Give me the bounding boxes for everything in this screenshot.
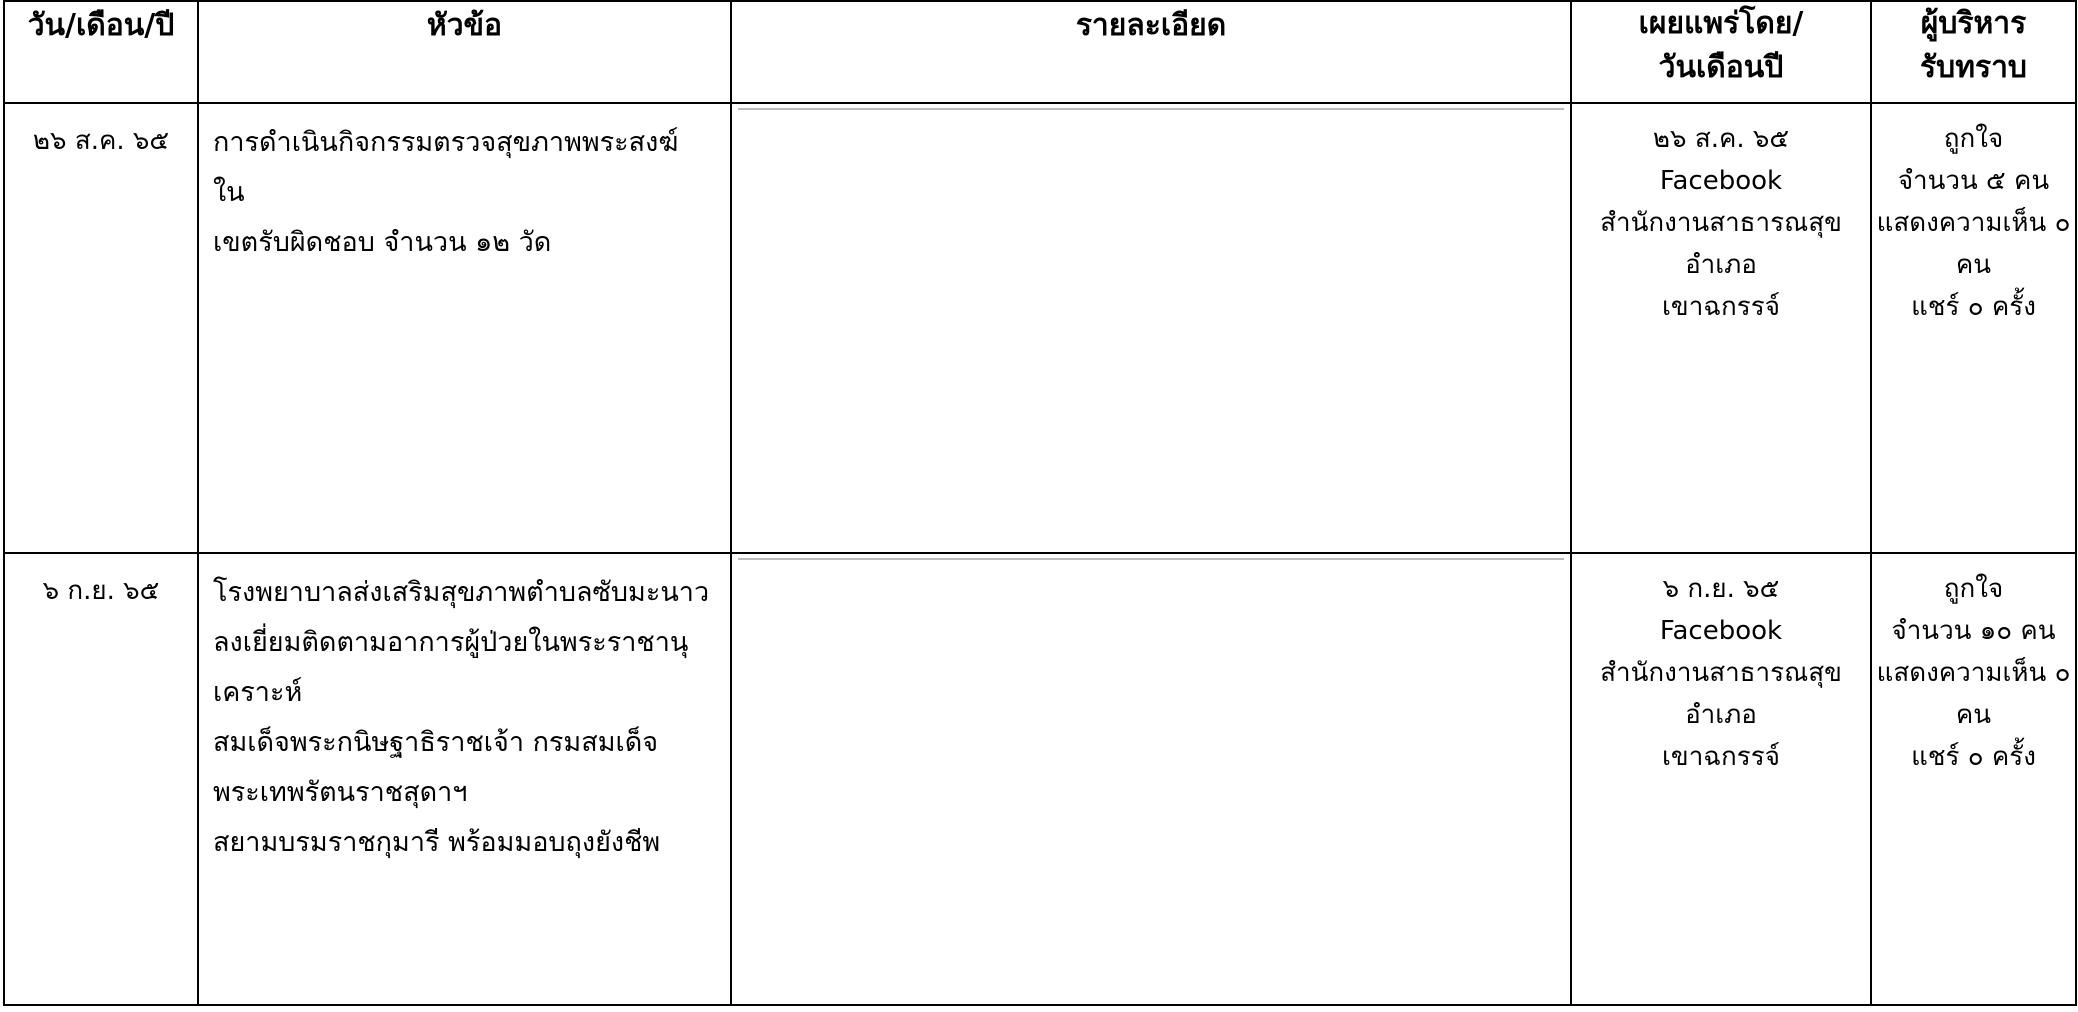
table-row: ๒๖ ส.ค. ๖๕ การดำเนินกิจกรรมตรวจสุขภาพพระ… — [3, 102, 2077, 554]
row-topic: โรงพยาบาลส่งเสริมสุขภาพตำบลซับมะนาวลงเยี… — [197, 552, 732, 1006]
topic-line: พระเทพรัตนราชสุดาฯ — [213, 777, 468, 808]
published-line: Facebook — [1659, 616, 1783, 646]
published-line: ๒๖ ส.ค. ๖๕ — [1652, 124, 1790, 154]
ack-line: แสดงความเห็น ๐ — [1876, 658, 2071, 688]
report-table: วัน/เดือน/ปี หัวข้อ รายละเอียด เผยแพร่โด… — [3, 0, 2077, 1006]
header-ack: ผู้บริหาร รับทราบ — [1870, 0, 2077, 104]
header-published-line1: เผยแพร่โดย/ — [1638, 6, 1804, 41]
topic-line: เคราะห์ — [213, 677, 303, 708]
header-topic: หัวข้อ — [197, 0, 732, 104]
ack-line: จำนวน ๑๐ คน — [1891, 616, 2056, 646]
ack-line: ถูกใจ — [1943, 124, 2004, 154]
topic-line: การดำเนินกิจกรรมตรวจสุขภาพพระสงฆ์ ใน — [213, 127, 679, 208]
row-screenshot-cell: ← → ⟳ facebook.com/profile.php?id=100068… — [730, 552, 1572, 1006]
ack-line: แชร์ ๐ ครั้ง — [1911, 292, 2036, 322]
row-screenshot-cell: ← → ⟳ facebook.com/profile.php?id=100068… — [730, 102, 1572, 554]
browser-tabbar — [739, 559, 1563, 560]
published-line: สำนักงานสาธารณสุขอำเภอ — [1600, 208, 1842, 280]
topic-line: ลงเยี่ยมติดตามอาการผู้ป่วยในพระราชานุ — [213, 627, 689, 658]
row-date: ๖ ก.ย. ๖๕ — [3, 552, 199, 1006]
header-ack-line2: รับทราบ — [1920, 50, 2027, 85]
topic-line: สมเด็จพระกนิษฐาธิราชเจ้า กรมสมเด็จ — [213, 727, 659, 758]
row-acknowledgement: ถูกใจจำนวน ๑๐ คนแสดงความเห็น ๐คนแชร์ ๐ ค… — [1870, 552, 2077, 1006]
ack-line: แชร์ ๐ ครั้ง — [1911, 742, 2036, 772]
topic-line: เขตรับผิดชอบ จำนวน ๑๒ วัด — [213, 227, 552, 258]
ack-line: จำนวน ๕ คน — [1897, 166, 2050, 196]
header-date: วัน/เดือน/ปี — [3, 0, 199, 104]
row-published: ๖ ก.ย. ๖๕ Facebook สำนักงานสาธารณสุขอำเภอเ… — [1570, 552, 1872, 1006]
ack-line: ถูกใจ — [1943, 574, 2004, 604]
table-row: ๖ ก.ย. ๖๕ โรงพยาบาลส่งเสริมสุขภาพตำบลซับ… — [3, 552, 2077, 1006]
browser-window: ← → ⟳ facebook.com/profile.php?id=100068… — [738, 558, 1564, 560]
row-topic: การดำเนินกิจกรรมตรวจสุขภาพพระสงฆ์ ในเขตร… — [197, 102, 732, 554]
row-date: ๒๖ ส.ค. ๖๕ — [3, 102, 199, 554]
topic-line: โรงพยาบาลส่งเสริมสุขภาพตำบลซับมะนาว — [213, 577, 710, 608]
browser-tabbar — [739, 109, 1563, 110]
browser-window: ← → ⟳ facebook.com/profile.php?id=100068… — [738, 108, 1564, 110]
header-row: วัน/เดือน/ปี หัวข้อ รายละเอียด เผยแพร่โด… — [3, 0, 2077, 104]
published-line: Facebook — [1659, 166, 1783, 196]
ack-line: คน — [1955, 250, 1992, 280]
header-ack-line1: ผู้บริหาร — [1920, 6, 2027, 41]
ack-line: คน — [1955, 700, 1992, 730]
row-acknowledgement: ถูกใจจำนวน ๕ คนแสดงความเห็น ๐คนแชร์ ๐ คร… — [1870, 102, 2077, 554]
row-published: ๒๖ ส.ค. ๖๕ Facebook สำนักงานสาธารณสุขอำเภอ… — [1570, 102, 1872, 554]
header-details: รายละเอียด — [730, 0, 1572, 104]
published-line: เขาฉกรรจ์ — [1662, 742, 1780, 772]
ack-line: แสดงความเห็น ๐ — [1876, 208, 2071, 238]
published-line: สำนักงานสาธารณสุขอำเภอ — [1600, 658, 1842, 730]
published-line: ๖ ก.ย. ๖๕ — [1662, 574, 1780, 604]
header-published: เผยแพร่โดย/ วันเดือนปี — [1570, 0, 1872, 104]
published-line: เขาฉกรรจ์ — [1662, 292, 1780, 322]
topic-line: สยามบรมราชกุมารี พร้อมมอบถุงยังชีพ — [213, 827, 661, 858]
header-published-line2: วันเดือนปี — [1658, 50, 1784, 85]
